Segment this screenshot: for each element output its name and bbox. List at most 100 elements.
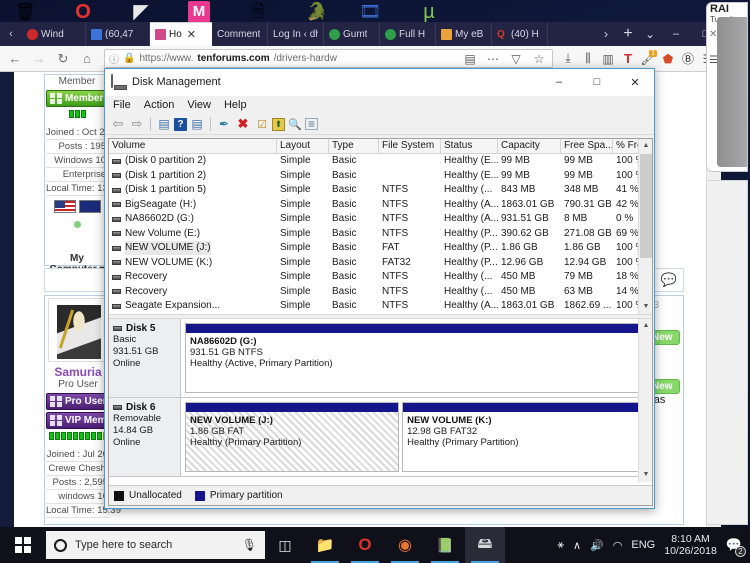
table-row[interactable]: (Disk 0 partition 2) Simple Basic Healthy (… <box>109 154 652 169</box>
tab-fullh[interactable]: Full H <box>380 22 436 46</box>
menu-view[interactable]: View <box>187 99 211 111</box>
show-action-pane-icon[interactable]: ▤ <box>188 115 206 133</box>
multiquote-icon[interactable]: 💬 <box>661 272 677 288</box>
tab-gumtree[interactable]: Gumt <box>324 22 380 46</box>
search-input[interactable]: Type here to search 🎙 <box>46 531 265 559</box>
table-row[interactable]: New Volume (E:) Simple Basic NTFS Healthy (P… <box>109 227 652 242</box>
menu-help[interactable]: Help <box>224 99 247 111</box>
vlist-scroll-down-icon[interactable]: ▼ <box>639 300 652 314</box>
extension-icon[interactable]: 🖌 1 <box>639 49 657 69</box>
vlist-scrollbar-thumb[interactable] <box>640 154 652 258</box>
tab-close-icon[interactable]: ✕ <box>187 28 196 41</box>
table-row[interactable]: NEW VOLUME (J:) Simple Basic FAT Healthy (P.… <box>109 241 652 256</box>
disk-management-titlebar[interactable]: Disk Management – □ ✕ <box>105 69 654 96</box>
table-row[interactable]: Seagate Expansion... Simple Basic NTFS Healt… <box>109 299 652 314</box>
home-button[interactable]: ⌂ <box>76 48 98 70</box>
new-task-icon[interactable]: ☑ <box>253 115 271 133</box>
col-header-status[interactable]: Status <box>441 139 498 153</box>
col-header-type[interactable]: Type <box>329 139 379 153</box>
reader-mode-icon[interactable]: ▤ <box>461 50 479 67</box>
properties-icon[interactable]: ✒ <box>215 115 233 133</box>
forward-button[interactable]: → <box>28 48 50 70</box>
page-actions-icon[interactable]: ⋯ <box>484 50 502 67</box>
tab-scroll-right-button[interactable]: › <box>595 22 617 46</box>
back-icon[interactable]: ⇦ <box>109 115 127 133</box>
taskbar-item-notepadpp[interactable]: 📗 <box>425 527 465 563</box>
table-row[interactable]: (Disk 1 partition 5) Simple Basic NTFS Healt… <box>109 183 652 198</box>
brave-shield-icon[interactable]: ⬟ <box>659 49 677 69</box>
taskbar-item-firefox[interactable]: ◉ <box>385 527 425 563</box>
delete-icon[interactable]: ✖ <box>234 115 252 133</box>
menu-action[interactable]: Action <box>144 99 175 111</box>
gview-scroll-up-icon[interactable]: ▲ <box>639 319 653 333</box>
desktop-icon-paint3d[interactable]: ◤ <box>126 1 156 23</box>
desktop-icon-utorrent[interactable]: µ <box>414 1 444 23</box>
table-row[interactable]: NA86602D (G:) Simple Basic NTFS Healthy (A..… <box>109 212 652 227</box>
dm-minimize-button[interactable]: – <box>540 69 578 96</box>
partition-block[interactable]: NEW VOLUME (K:) 12.98 GB FAT32 Healthy (Pr… <box>402 402 648 472</box>
tab-mail[interactable]: (60,47 <box>86 22 150 46</box>
table-row[interactable]: Recovery Simple Basic NTFS Healthy (... 450 M… <box>109 285 652 300</box>
bookmark-star-icon[interactable]: ☆ <box>530 50 548 67</box>
import-icon[interactable]: ⬆ <box>272 117 285 131</box>
library-icon[interactable]: ⫼ <box>579 49 597 69</box>
new-tab-button[interactable]: + <box>617 22 639 46</box>
vlist-scroll-up-icon[interactable]: ▲ <box>639 139 652 153</box>
desktop-icon-documents[interactable]: 🗎 <box>243 1 273 23</box>
table-row[interactable]: (Disk 1 partition 2) Simple Basic Healthy (… <box>109 169 652 184</box>
microphone-icon[interactable]: 🎙 <box>242 538 257 552</box>
search-icon[interactable]: 🔍 <box>286 115 304 133</box>
table-row[interactable]: BigSeagate (H:) Simple Basic NTFS Healthy (A… <box>109 198 652 213</box>
language-indicator[interactable]: ENG <box>631 539 655 551</box>
tab-myebay[interactable]: My eB <box>436 22 492 46</box>
table-row[interactable]: NEW VOLUME (K:) Simple Basic FAT32 Healthy (… <box>109 256 652 271</box>
partition-block[interactable]: NEW VOLUME (J:) 1.86 GB FAT Healthy (Prima… <box>185 402 400 472</box>
taskbar-item-disk-management[interactable]: 🖴 <box>465 527 505 563</box>
tab-wind[interactable]: Wind <box>22 22 86 46</box>
desktop-icon-opera[interactable]: O <box>68 1 98 23</box>
back-button[interactable]: ← <box>4 48 26 70</box>
desktop-icon-crocodile[interactable]: 🐊 <box>302 1 332 23</box>
menu-file[interactable]: File <box>113 99 131 111</box>
task-view-button[interactable]: ◫ <box>265 527 305 563</box>
disk-info-panel[interactable]: Disk 5 Basic 931.51 GB Online <box>109 319 181 397</box>
site-info-icon[interactable]: ⓘ <box>109 51 119 66</box>
people-icon[interactable]: ⚹ <box>557 539 564 552</box>
browser-minimize-button[interactable]: – <box>661 22 691 46</box>
volume-icon[interactable]: 🔊 <box>590 539 604 552</box>
tab-comments[interactable]: Comment <box>212 22 268 46</box>
forward-icon[interactable]: ⇨ <box>128 115 146 133</box>
dm-maximize-button[interactable]: □ <box>578 69 616 96</box>
desktop-icon-malwarebytes[interactable]: M <box>184 1 214 23</box>
downloads-icon[interactable]: ⤓ <box>559 49 577 69</box>
col-header-volume[interactable]: Volume <box>109 139 277 153</box>
dm-close-button[interactable]: ✕ <box>616 69 654 96</box>
table-row[interactable]: Recovery Simple Basic NTFS Healthy (... 450 M… <box>109 270 652 285</box>
clock[interactable]: 8:10 AM 10/26/2018 <box>664 533 717 557</box>
sidebar-icon[interactable]: ▥ <box>599 49 617 69</box>
tab-login[interactable]: Log In ‹ dh <box>268 22 324 46</box>
list-all-tabs-button[interactable]: ⌄ <box>639 22 661 46</box>
user2-name[interactable]: Samuria <box>46 365 110 379</box>
pocket-icon[interactable]: ▽ <box>507 50 525 67</box>
col-header-filesystem[interactable]: File System <box>379 139 441 153</box>
help-icon[interactable]: ? <box>174 117 187 131</box>
taskbar-item-file-explorer[interactable]: 📁 <box>305 527 345 563</box>
notification-center-button[interactable]: 💬 2 <box>726 537 746 557</box>
col-header-freespace[interactable]: Free Spa... <box>561 139 613 153</box>
list-view-icon[interactable]: ≡ <box>305 117 318 131</box>
volume-list-scrollbar[interactable]: ▲ ▼ <box>638 139 652 314</box>
desktop-icon-recycle-bin[interactable]: 🗑 <box>10 1 40 23</box>
tab-notifications[interactable]: Q (40) H <box>492 22 548 46</box>
text-tool-icon[interactable]: T <box>619 49 637 69</box>
reload-button[interactable]: ↻ <box>52 48 74 70</box>
start-button[interactable] <box>0 527 46 563</box>
col-header-capacity[interactable]: Capacity <box>498 139 561 153</box>
tab-tenforums-active[interactable]: Ho ✕ <box>150 22 212 46</box>
partition-block[interactable]: NA86602D (G:) 931.51 GB NTFS Healthy (Acti… <box>185 323 648 393</box>
col-header-layout[interactable]: Layout <box>277 139 329 153</box>
address-bar[interactable]: ⓘ 🔒 https://www. tenforums.com/drivers-ha… <box>104 49 553 68</box>
gview-scroll-down-icon[interactable]: ▼ <box>639 468 653 482</box>
taskbar-item-opera[interactable]: O <box>345 527 385 563</box>
tab-scroll-left-button[interactable]: ‹ <box>0 22 22 46</box>
